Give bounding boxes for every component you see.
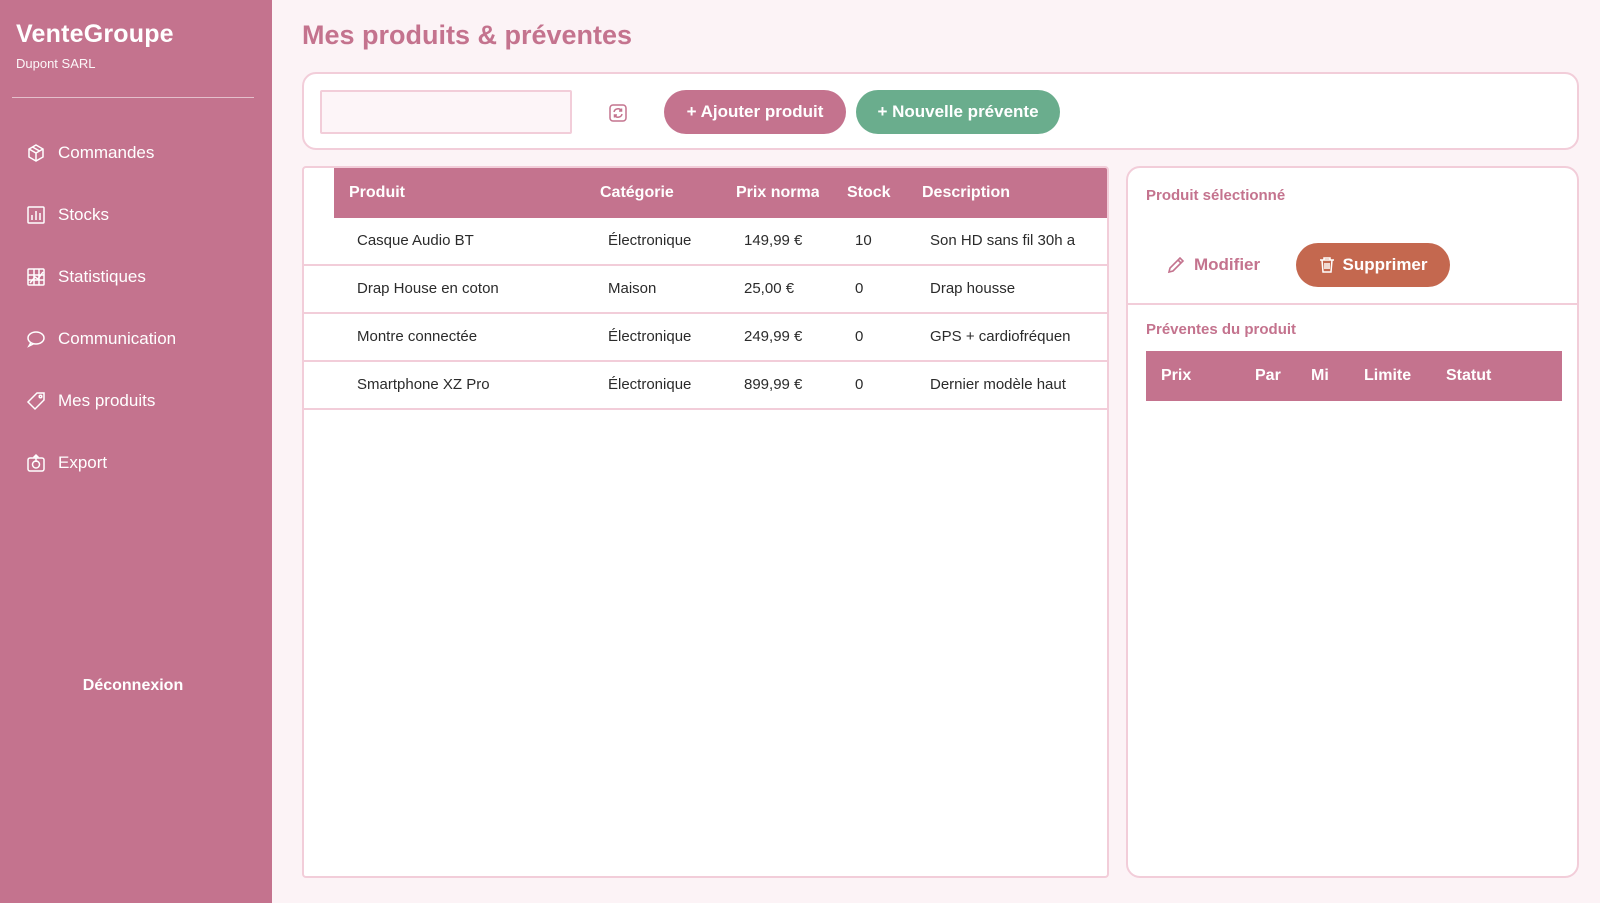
cell-categorie: Maison	[608, 280, 657, 297]
sidebar-item-statistiques[interactable]: Statistiques	[0, 246, 272, 308]
toolbar: + Ajouter produit + Nouvelle prévente	[302, 72, 1579, 150]
pencil-icon	[1167, 256, 1185, 274]
trash-icon	[1320, 257, 1335, 273]
sidebar-item-label: Communication	[58, 329, 177, 348]
tag-icon	[26, 391, 46, 411]
cell-description: Dernier modèle haut	[930, 376, 1066, 393]
cell-prix: 149,99 €	[744, 232, 803, 249]
brand-subtitle: Dupont SARL	[16, 56, 96, 71]
sidebar-divider	[12, 97, 254, 98]
search-input[interactable]	[320, 90, 572, 134]
detail-divider	[1128, 303, 1577, 305]
cell-stock: 0	[855, 376, 864, 393]
bar-chart-icon	[26, 205, 46, 225]
products-table-body: Casque Audio BT Électronique 149,99 € 10…	[304, 218, 1107, 410]
cell-prix: 25,00 €	[744, 280, 795, 297]
refresh-icon[interactable]	[607, 102, 629, 124]
delete-button[interactable]: Supprimer	[1296, 243, 1450, 287]
column-header-prix[interactable]: Prix	[1161, 351, 1241, 401]
box-icon	[26, 143, 46, 163]
brand-title: VenteGroupe	[16, 20, 174, 48]
sidebar-item-stocks[interactable]: Stocks	[0, 184, 272, 246]
cell-stock: 0	[855, 280, 864, 297]
table-row[interactable]: Drap House en coton Maison 25,00 € 0 Dra…	[304, 266, 1107, 314]
table-row[interactable]: Montre connectée Électronique 249,99 € 0…	[304, 314, 1107, 362]
cell-description: Son HD sans fil 30h a	[930, 232, 1076, 249]
add-product-button[interactable]: + Ajouter produit	[664, 90, 846, 134]
cell-description: Drap housse	[930, 280, 1016, 297]
table-row[interactable]: Casque Audio BT Électronique 149,99 € 10…	[304, 218, 1107, 266]
presales-title: Préventes du produit	[1146, 321, 1297, 338]
cell-stock: 0	[855, 328, 864, 345]
cell-categorie: Électronique	[608, 376, 692, 393]
chat-bubble-icon	[26, 329, 46, 349]
sidebar-nav: Commandes Stocks Statistiques Communicat…	[0, 122, 272, 494]
edit-button-label: Modifier	[1194, 255, 1261, 274]
column-header-minimum[interactable]: Mi	[1311, 351, 1333, 401]
logout-button[interactable]: Déconnexion	[0, 677, 266, 695]
sidebar-item-label: Mes produits	[58, 391, 156, 410]
cell-prix: 249,99 €	[744, 328, 803, 345]
cell-produit: Casque Audio BT	[357, 232, 474, 249]
column-header-prix[interactable]: Prix normal	[736, 168, 819, 218]
cell-description: GPS + cardiofréquen	[930, 328, 1071, 345]
selected-product-title: Produit sélectionné	[1146, 187, 1286, 204]
column-header-stock[interactable]: Stock	[847, 168, 907, 218]
sidebar-item-label: Stocks	[58, 205, 110, 224]
stats-grid-icon	[26, 267, 46, 287]
sidebar-item-commandes[interactable]: Commandes	[0, 122, 272, 184]
products-table-header: Produit Catégorie Prix normal Stock Desc…	[334, 168, 1107, 218]
sidebar-item-mes-produits[interactable]: Mes produits	[0, 370, 272, 432]
sidebar-item-label: Export	[58, 453, 108, 472]
edit-button[interactable]: Modifier	[1166, 245, 1260, 285]
delete-button-label: Supprimer	[1342, 255, 1428, 274]
cell-stock: 10	[855, 232, 872, 249]
cell-produit: Montre connectée	[357, 328, 478, 345]
cell-produit: Smartphone XZ Pro	[357, 376, 490, 393]
column-header-limite[interactable]: Limite	[1364, 351, 1434, 401]
sidebar-item-label: Commandes	[58, 143, 155, 162]
export-icon	[26, 453, 46, 473]
column-header-produit[interactable]: Produit	[349, 168, 589, 218]
presales-table-header: Prix Par Mi Limite Statut	[1146, 351, 1562, 401]
sidebar-item-label: Statistiques	[58, 267, 146, 286]
sidebar-item-communication[interactable]: Communication	[0, 308, 272, 370]
column-header-statut[interactable]: Statut	[1446, 351, 1526, 401]
new-presale-button[interactable]: + Nouvelle prévente	[856, 90, 1060, 134]
table-row[interactable]: Smartphone XZ Pro Électronique 899,99 € …	[304, 362, 1107, 410]
brand: VenteGroupe Dupont SARL	[16, 20, 174, 71]
cell-categorie: Électronique	[608, 232, 692, 249]
sidebar: VenteGroupe Dupont SARL Commandes Stocks…	[0, 0, 272, 903]
selected-product-panel: Produit sélectionné Modifier Supprimer P…	[1126, 166, 1579, 878]
column-header-description[interactable]: Description	[922, 168, 1102, 218]
cell-categorie: Électronique	[608, 328, 692, 345]
page-title: Mes produits & préventes	[302, 20, 633, 50]
products-table: Produit Catégorie Prix normal Stock Desc…	[302, 166, 1109, 878]
cell-produit: Drap House en coton	[357, 280, 499, 297]
cell-prix: 899,99 €	[744, 376, 803, 393]
column-header-categorie[interactable]: Catégorie	[600, 168, 730, 218]
sidebar-item-export[interactable]: Export	[0, 432, 272, 494]
column-header-participants[interactable]: Par	[1255, 351, 1281, 401]
